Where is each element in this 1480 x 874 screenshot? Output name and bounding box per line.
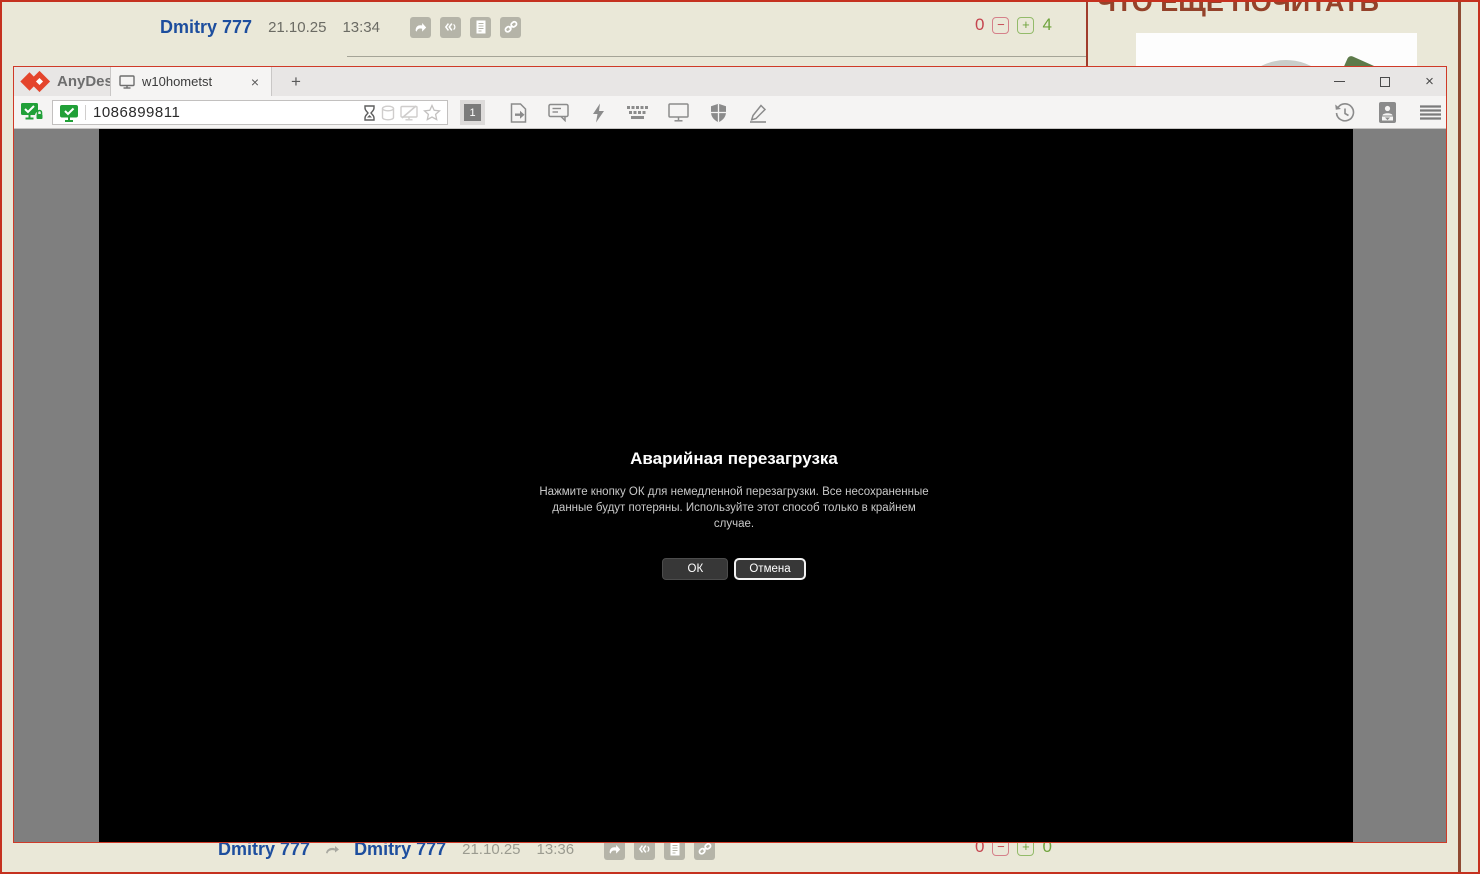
close-button[interactable]: × xyxy=(1420,72,1439,91)
post-action-icons xyxy=(410,17,521,38)
connected-monitor-icon xyxy=(59,104,79,122)
display-settings-icon[interactable] xyxy=(666,101,690,125)
post-time: 13:36 xyxy=(537,841,575,858)
sidebar-heading-wrap: ЧТО ЕЩЕ ПОЧИТАТЬ xyxy=(1097,2,1427,17)
post-divider xyxy=(347,56,1086,57)
anydesk-logo-icon xyxy=(23,74,47,89)
permissions-shield-icon[interactable] xyxy=(706,101,730,125)
monitor-off-icon xyxy=(400,105,418,121)
new-tab-button[interactable]: + xyxy=(282,67,310,96)
chat-icon[interactable] xyxy=(546,101,570,125)
document-icon[interactable] xyxy=(470,17,491,38)
reply-icon[interactable] xyxy=(410,17,431,38)
post-rating-top: 0 − + 4 xyxy=(975,15,1052,35)
session-tab-label: w10hometst xyxy=(142,74,212,89)
minimize-button[interactable] xyxy=(1330,72,1349,91)
quote-icon[interactable] xyxy=(440,17,461,38)
actions-lightning-icon[interactable] xyxy=(586,101,610,125)
tab-close-icon[interactable]: × xyxy=(247,74,263,90)
post-date: 21.10.25 xyxy=(462,841,520,858)
address-book-icon[interactable] xyxy=(1375,101,1399,125)
hourglass-icon xyxy=(363,105,376,121)
monitor-icon xyxy=(119,75,135,89)
score-positive: 4 xyxy=(1042,15,1051,35)
keyboard-icon[interactable] xyxy=(626,101,650,125)
secure-connection-icon xyxy=(20,102,46,123)
maximize-button[interactable] xyxy=(1375,72,1394,91)
cancel-button[interactable]: Отмена xyxy=(734,558,805,580)
vote-up-button[interactable]: + xyxy=(1017,17,1034,34)
forum-post-header-top: Dmitry 777 21.10.25 13:34 xyxy=(160,12,521,42)
emergency-restart-dialog: Аварийная перезагрузка Нажмите кнопку ОК… xyxy=(504,449,964,580)
monitor-number: 1 xyxy=(464,104,481,121)
storage-icon xyxy=(381,105,395,121)
session-history-icon[interactable] xyxy=(1332,101,1356,125)
ok-button[interactable]: ОК xyxy=(662,558,728,580)
address-bar[interactable]: 1086899811 xyxy=(52,100,448,125)
file-transfer-icon[interactable] xyxy=(506,101,530,125)
author-link[interactable]: Dmitry 777 xyxy=(160,17,252,38)
sidebar-heading: ЧТО ЕЩЕ ПОЧИТАТЬ xyxy=(1097,2,1427,17)
anydesk-toolbar: 1086899811 1 xyxy=(14,96,1446,129)
session-tab[interactable]: w10hometst × xyxy=(110,67,272,96)
monitor-select-button[interactable]: 1 xyxy=(460,100,485,125)
menu-icon[interactable] xyxy=(1418,101,1442,125)
favorite-star-icon[interactable] xyxy=(423,104,441,121)
remote-screen[interactable]: Аварийная перезагрузка Нажмите кнопку ОК… xyxy=(99,129,1353,842)
post-time: 13:34 xyxy=(342,19,380,36)
page-right-border xyxy=(1458,2,1461,872)
dialog-message: Нажмите кнопку ОК для немедленной переза… xyxy=(536,485,932,533)
window-controls: × xyxy=(1330,67,1439,96)
post-date: 21.10.25 xyxy=(268,19,326,36)
score-negative: 0 xyxy=(975,15,984,35)
reply-to-arrow-icon xyxy=(324,843,340,855)
anydesk-window: AnyDesk w10hometst × + × 1086899811 xyxy=(13,66,1447,843)
whiteboard-pen-icon[interactable] xyxy=(746,101,770,125)
remote-session-viewport: Аварийная перезагрузка Нажмите кнопку ОК… xyxy=(14,129,1446,842)
dialog-title: Аварийная перезагрузка xyxy=(504,449,964,469)
sidebar-divider xyxy=(1086,2,1088,68)
address-divider xyxy=(85,105,86,120)
remote-address[interactable]: 1086899811 xyxy=(93,104,180,121)
vote-down-button[interactable]: − xyxy=(992,17,1009,34)
anydesk-titlebar[interactable]: AnyDesk w10hometst × + × xyxy=(14,67,1446,96)
link-icon[interactable] xyxy=(500,17,521,38)
